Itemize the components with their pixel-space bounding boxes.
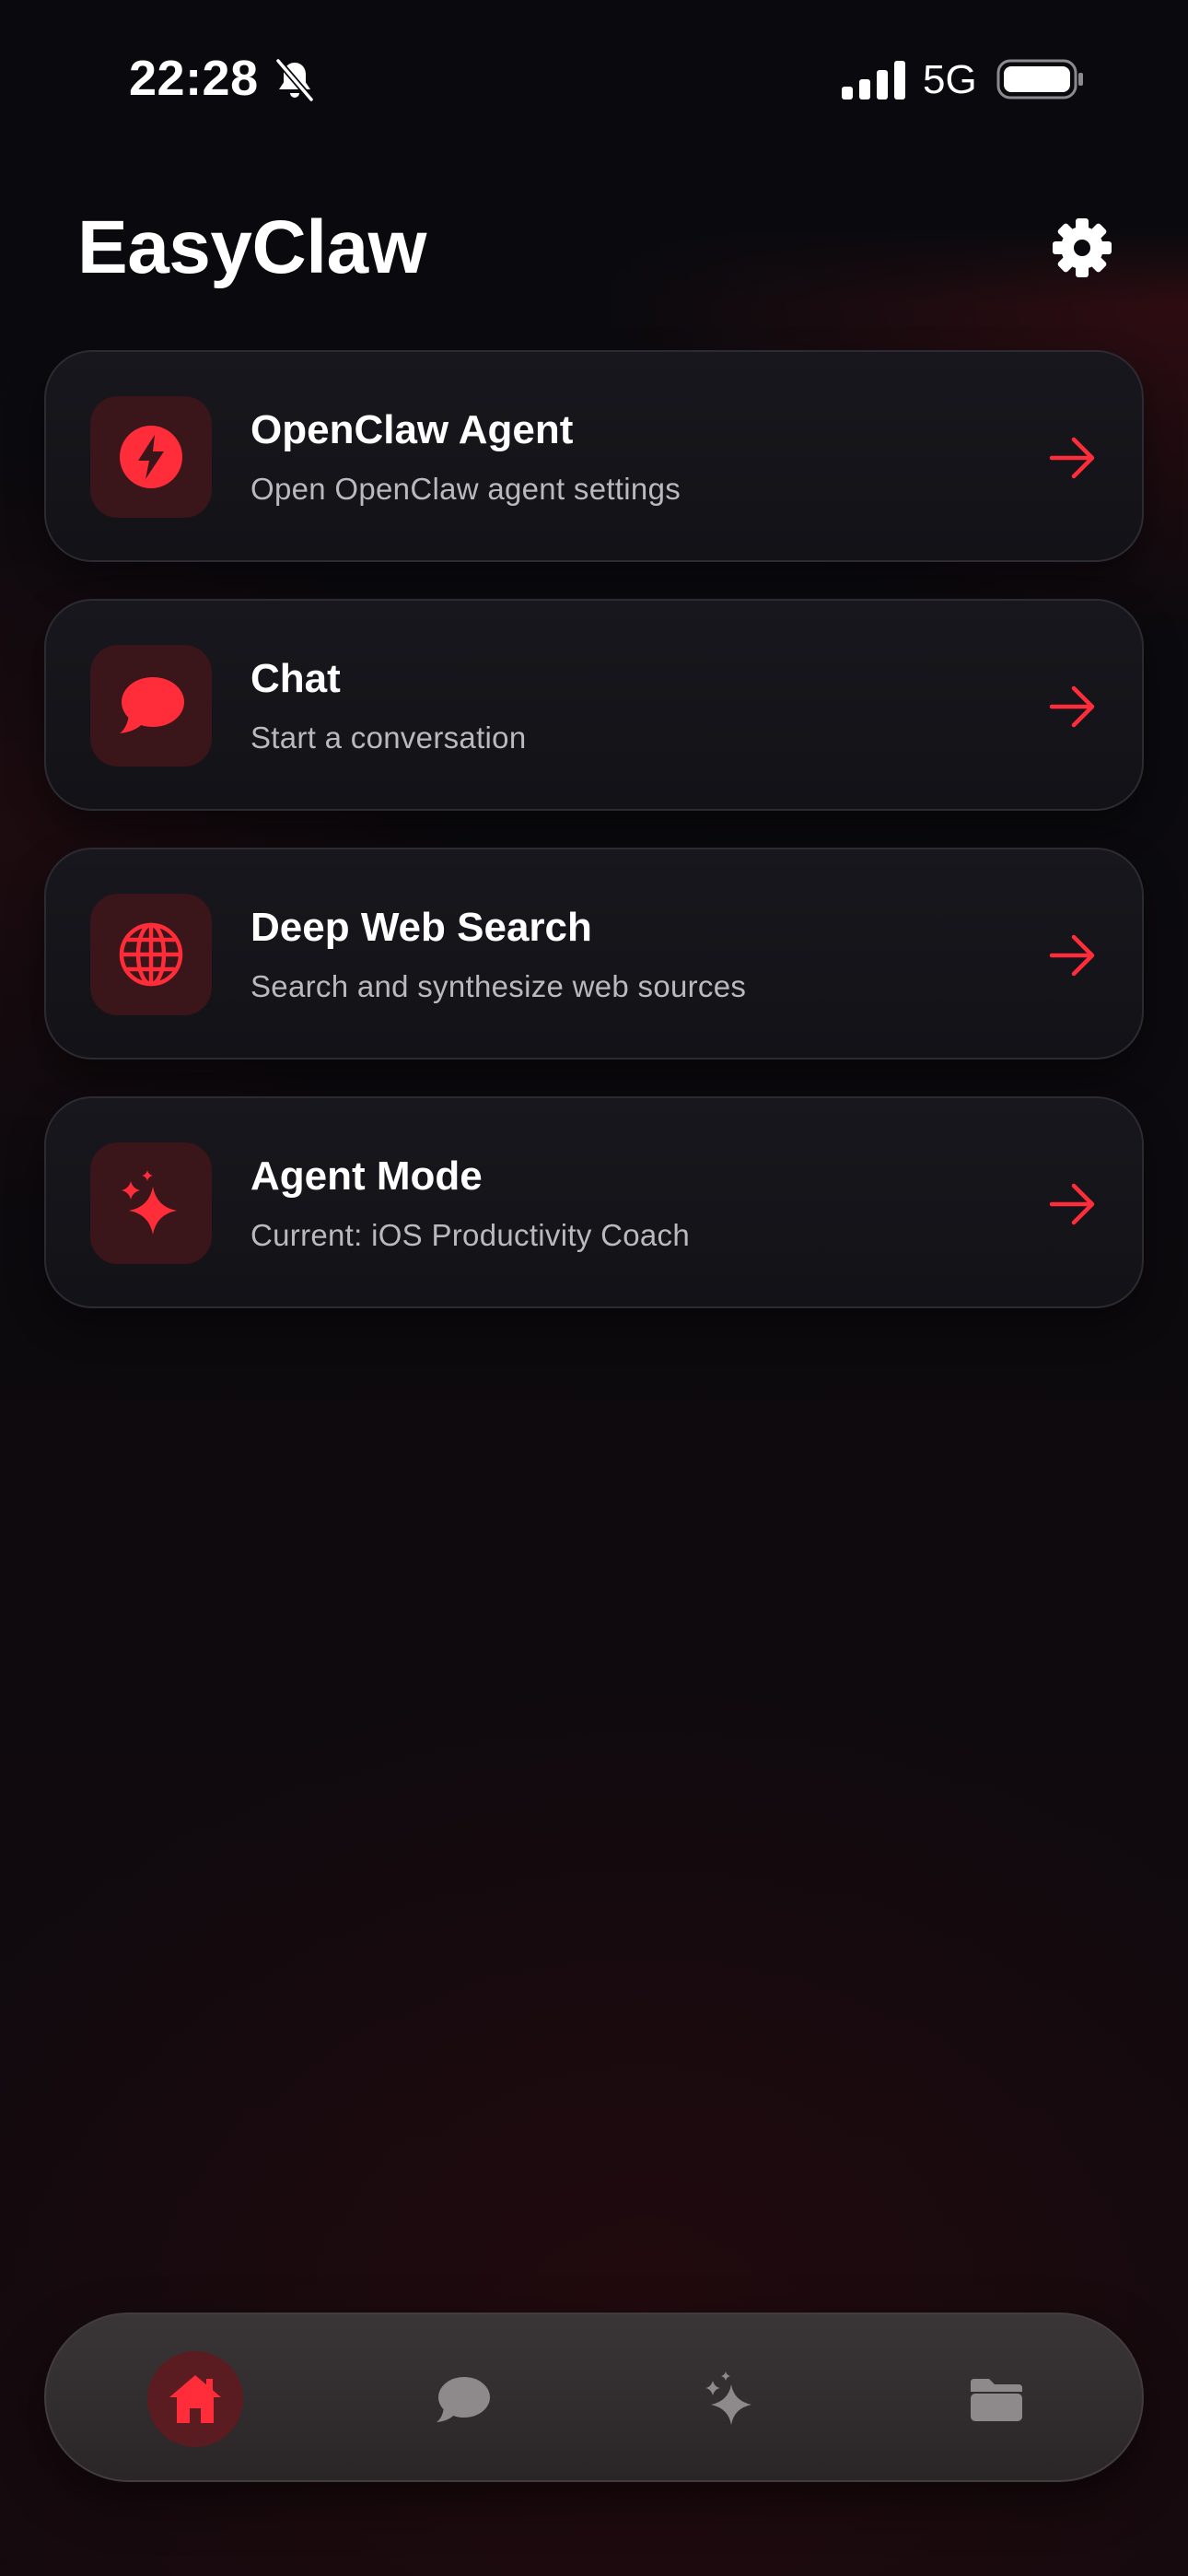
feature-list: OpenClaw Agent Open OpenClaw agent setti…	[44, 350, 1144, 1345]
openclaw-agent-card[interactable]: OpenClaw Agent Open OpenClaw agent setti…	[44, 350, 1144, 562]
tab-home[interactable]	[147, 2351, 243, 2447]
card-icon-tile	[90, 645, 212, 767]
sparkles-icon	[705, 2371, 751, 2425]
chat-card[interactable]: Chat Start a conversation	[44, 599, 1144, 811]
home-icon	[169, 2375, 221, 2423]
status-time: 22:28	[129, 51, 259, 106]
tab-chat[interactable]	[414, 2351, 510, 2447]
chat-bubble-icon	[437, 2377, 490, 2422]
bolt-icon	[120, 426, 182, 488]
tab-agent[interactable]	[681, 2351, 777, 2447]
card-title: Chat	[250, 656, 341, 701]
arrow-right-icon	[1049, 934, 1095, 977]
arrow-right-icon	[1049, 1183, 1095, 1225]
card-subtitle: Search and synthesize web sources	[250, 969, 747, 1003]
card-title: Deep Web Search	[250, 905, 592, 950]
tab-bar	[44, 2313, 1144, 2482]
sparkles-icon	[122, 1170, 177, 1235]
battery-icon	[996, 59, 1083, 100]
app-title: EasyClaw	[77, 205, 426, 289]
card-subtitle: Open OpenClaw agent settings	[250, 472, 681, 506]
home-screen: 22:28 5G EasyClaw OpenClaw Agent Open Op…	[0, 0, 1188, 2576]
card-subtitle: Current: iOS Productivity Coach	[250, 1218, 690, 1252]
network-type: 5G	[923, 57, 977, 102]
card-icon-tile	[90, 1142, 212, 1264]
bell-slash-icon	[275, 58, 314, 102]
folder-icon	[971, 2379, 1022, 2421]
card-icon-tile	[90, 894, 212, 1015]
agent-mode-card[interactable]: Agent Mode Current: iOS Productivity Coa…	[44, 1096, 1144, 1308]
gear-icon[interactable]	[1050, 216, 1114, 280]
cellular-signal-icon	[842, 61, 905, 100]
card-icon-tile	[90, 396, 212, 518]
globe-icon	[119, 922, 183, 987]
card-title: Agent Mode	[250, 1153, 483, 1199]
tab-files[interactable]	[949, 2351, 1044, 2447]
arrow-right-icon	[1049, 437, 1095, 479]
arrow-right-icon	[1049, 685, 1095, 728]
deep-web-search-card[interactable]: Deep Web Search Search and synthesize we…	[44, 848, 1144, 1060]
card-subtitle: Start a conversation	[250, 720, 527, 755]
card-title: OpenClaw Agent	[250, 407, 574, 452]
chat-bubble-icon	[120, 677, 184, 733]
